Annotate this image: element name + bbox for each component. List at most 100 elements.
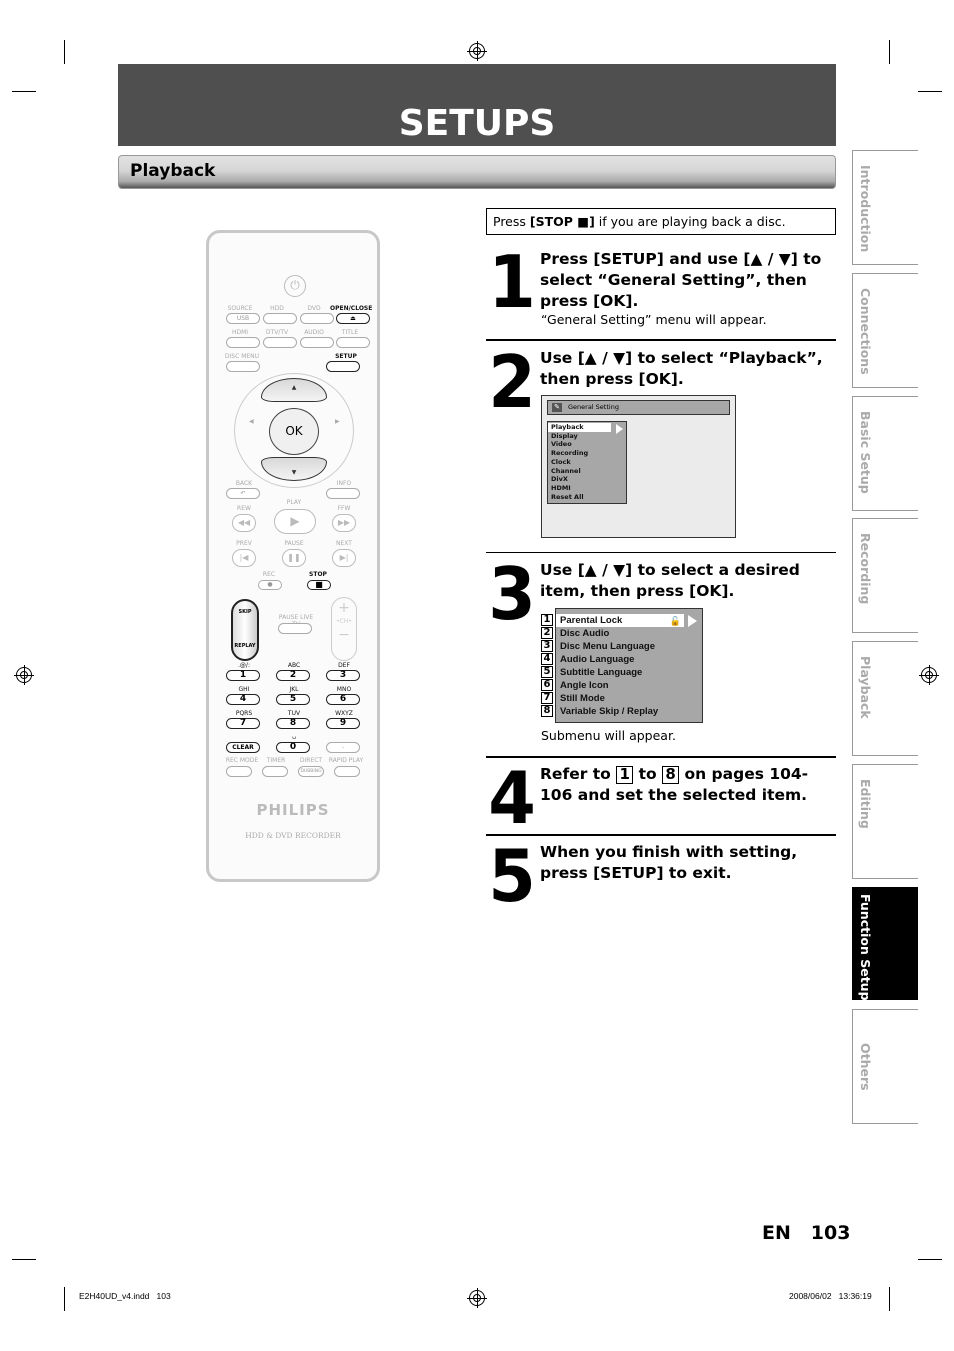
menu-item: Still Mode bbox=[560, 693, 605, 704]
step-divider bbox=[486, 756, 836, 758]
stop-icon: ■ bbox=[307, 580, 331, 590]
remote-button-skip-replay: SKIP REPLAY bbox=[231, 599, 259, 661]
menu-item: Recording bbox=[551, 449, 589, 458]
remote-label-audio: AUDIO bbox=[304, 329, 324, 336]
remote-button-info bbox=[326, 488, 360, 499]
side-tab-connections[interactable]: Connections bbox=[852, 273, 918, 388]
title-bar: SETUPS bbox=[118, 64, 836, 146]
menu-item: Video bbox=[551, 440, 572, 449]
menu-item-selected: Playback bbox=[548, 423, 611, 432]
general-setting-menu: Playback Display Video Recording Clock C… bbox=[547, 421, 627, 504]
item-number-box: 8 bbox=[541, 705, 553, 717]
unlock-icon: 🔓 bbox=[669, 616, 681, 626]
remote-label-rapid-play: RAPID PLAY bbox=[328, 757, 364, 764]
remote-button-ok: OK bbox=[269, 408, 319, 455]
menu-item: Audio Language bbox=[560, 654, 635, 665]
item-number-box: 8 bbox=[662, 766, 680, 784]
remote-keypad-label: MNO bbox=[336, 686, 352, 693]
side-tab-function-setup[interactable]: Function Setup bbox=[852, 887, 918, 1001]
item-number-box: 7 bbox=[541, 692, 553, 704]
record-icon: ● bbox=[258, 580, 282, 590]
step-instruction: Press [SETUP] and use [▲ / ▼] to select … bbox=[540, 250, 822, 310]
menu-item: Variable Skip / Replay bbox=[560, 706, 659, 717]
section-title: Playback bbox=[130, 161, 216, 181]
remote-label-back: BACK bbox=[235, 480, 253, 487]
brand-logo: PHILIPS bbox=[256, 801, 330, 819]
menu-item: Disc Audio bbox=[560, 628, 610, 639]
remote-label-ffw: FFW bbox=[337, 505, 351, 512]
step-instruction: Refer to 1 to 8 on pages 104-106 and set… bbox=[540, 764, 836, 806]
step-number: 5 bbox=[488, 834, 536, 918]
remote-button-dash: - bbox=[326, 742, 360, 753]
step-result: Submenu will appear. bbox=[541, 728, 676, 743]
remote-label-hdmi: HDMI bbox=[231, 329, 249, 336]
menu-item-selected: Parental Lock 🔓 bbox=[556, 614, 684, 627]
menu-item: Clock bbox=[551, 457, 571, 466]
step-divider bbox=[486, 552, 836, 553]
remote-button-dvd bbox=[300, 313, 334, 324]
right-arrow-icon bbox=[616, 424, 623, 434]
registration-mark-icon bbox=[467, 41, 487, 61]
remote-button-disc-menu bbox=[226, 361, 260, 372]
menu-item: Subtitle Language bbox=[560, 667, 643, 678]
remote-button-hdd bbox=[263, 313, 297, 324]
page-title: SETUPS bbox=[398, 103, 556, 144]
note-text: Press bbox=[493, 214, 530, 229]
power-icon: ⏻ bbox=[284, 275, 306, 297]
remote-button-eject: ⏏ bbox=[336, 313, 370, 324]
general-setting-header: ✎ General Setting bbox=[547, 400, 730, 415]
side-tab-introduction[interactable]: Introduction bbox=[852, 150, 918, 265]
footer-datetime: 2008/06/02 13:36:19 bbox=[789, 1291, 872, 1301]
menu-item: Display bbox=[551, 431, 578, 440]
left-arrow-icon: ◀ bbox=[249, 418, 254, 425]
remote-button-setup bbox=[326, 361, 360, 372]
remote-button-hdmi bbox=[226, 337, 260, 348]
remote-keypad-button-zero: 0 bbox=[276, 742, 310, 753]
playback-menu-screen: Parental Lock 🔓 Disc Audio Disc Menu Lan… bbox=[555, 608, 703, 723]
side-tab-label: Recording bbox=[858, 533, 873, 605]
menu-item-label: Parental Lock bbox=[560, 615, 623, 626]
menu-item: HDMI bbox=[551, 483, 571, 492]
remote-label-dtv-tv: DTV/TV bbox=[265, 329, 289, 336]
remote-label-info: INFO bbox=[336, 480, 352, 487]
remote-keypad-label: DEF bbox=[338, 662, 350, 669]
remote-keypad-label: PQRS bbox=[235, 710, 253, 717]
remote-label-setup: SETUP bbox=[335, 353, 357, 360]
page-number-value: 103 bbox=[810, 1222, 851, 1244]
side-tab-others[interactable]: Others bbox=[852, 1009, 918, 1124]
crop-mark bbox=[889, 40, 890, 64]
side-tab-basic-setup[interactable]: Basic Setup bbox=[852, 396, 918, 511]
remote-label-replay: REPLAY bbox=[234, 643, 256, 649]
item-number-box: 6 bbox=[541, 679, 553, 691]
remote-keypad-button: 1 bbox=[226, 670, 260, 681]
crop-mark bbox=[889, 1287, 890, 1311]
menu-item: DivX bbox=[551, 475, 568, 484]
note-text: if you are playing back a disc. bbox=[594, 214, 786, 229]
crop-mark bbox=[64, 40, 65, 64]
remote-label-direct: DIRECT bbox=[299, 757, 323, 764]
space-icon: ␣ bbox=[292, 732, 296, 739]
step-result: “General Setting” menu will appear. bbox=[541, 312, 767, 327]
item-number-box: 3 bbox=[541, 640, 553, 652]
side-tab-editing[interactable]: Editing bbox=[852, 764, 918, 879]
remote-channel-rocker: + •CH• − bbox=[331, 597, 357, 661]
step-text: Refer to bbox=[540, 765, 617, 783]
crop-mark bbox=[918, 91, 942, 92]
side-tab-recording[interactable]: Recording bbox=[852, 518, 918, 633]
crop-mark bbox=[12, 1259, 36, 1260]
remote-control-illustration: ⏻ SOURCE HDD DVD OPEN/CLOSE USB ⏏ HDMI D… bbox=[206, 230, 380, 882]
side-tab-playback[interactable]: Playback bbox=[852, 641, 918, 756]
registration-mark-icon bbox=[467, 1288, 487, 1308]
remote-button-audio bbox=[300, 337, 334, 348]
remote-keypad-button: 2 bbox=[276, 670, 310, 681]
step-divider bbox=[486, 834, 836, 836]
remote-label-title: TITLE bbox=[341, 329, 359, 336]
crop-mark bbox=[918, 1259, 942, 1260]
page-language: EN bbox=[762, 1222, 791, 1244]
pause-icon: ❚❚ bbox=[282, 549, 306, 567]
remote-button-rapid-play bbox=[334, 766, 360, 777]
playback-item-numbers: 1 2 3 4 5 6 7 8 bbox=[541, 614, 553, 718]
remote-label-rew: REW bbox=[237, 505, 251, 512]
remote-label-rec: REC bbox=[262, 571, 276, 578]
play-icon: ▶ bbox=[274, 509, 316, 534]
